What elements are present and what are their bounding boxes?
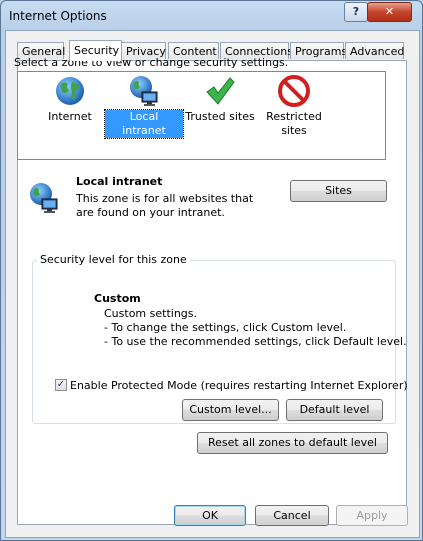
security-level-line: - To change the settings, click Custom l… — [104, 321, 347, 334]
zone-internet[interactable]: Internet — [31, 75, 109, 124]
zone-label: Internet — [48, 110, 92, 123]
intranet-icon — [130, 76, 158, 106]
tab-advanced[interactable]: Advanced — [345, 42, 404, 59]
security-level-line: - To use the recommended settings, click… — [104, 335, 407, 348]
window-title: Internet Options — [9, 9, 107, 23]
intranet-icon — [30, 183, 58, 213]
custom-level-button[interactable]: Custom level... — [182, 399, 279, 421]
zone-prompt: Select a zone to view or change security… — [14, 56, 289, 69]
security-level-description: Custom settings. - To change the setting… — [104, 307, 407, 349]
zone-trusted-sites[interactable]: Trusted sites — [181, 75, 259, 124]
security-level-group-label: Security level for this zone — [37, 253, 190, 266]
security-level-line: Custom settings. — [104, 307, 198, 320]
zone-label: Trusted sites — [185, 110, 255, 123]
default-level-button[interactable]: Default level — [286, 399, 383, 421]
apply-button[interactable]: Apply — [336, 505, 408, 526]
zone-label: Restricted sites — [266, 110, 322, 137]
zone-label: Local intranet — [104, 109, 184, 139]
sites-button[interactable]: Sites — [290, 180, 387, 202]
zone-local-intranet[interactable]: Local intranet — [104, 75, 184, 139]
cancel-button[interactable]: Cancel — [255, 505, 329, 526]
ok-button[interactable]: OK — [174, 505, 246, 526]
zone-description-title: Local intranet — [76, 175, 163, 188]
protected-mode-label[interactable]: Enable Protected Mode (requires restarti… — [70, 379, 408, 392]
protected-mode-checkbox[interactable]: ✓ — [55, 379, 67, 391]
security-level-title: Custom — [94, 292, 141, 305]
tab-programs[interactable]: Programs — [290, 42, 347, 59]
internet-options-window: Internet Options ? ✕ General Security Pr… — [0, 0, 423, 541]
checkmark-icon — [206, 77, 235, 105]
help-button[interactable]: ? — [344, 2, 368, 22]
zone-restricted-sites[interactable]: Restricted sites — [255, 75, 333, 138]
zone-list[interactable]: Internet Local intranet Trusted sites Re… — [17, 71, 386, 160]
tab-security[interactable]: Security — [69, 40, 122, 61]
reset-all-zones-button[interactable]: Reset all zones to default level — [197, 432, 388, 454]
close-button[interactable]: ✕ — [367, 2, 412, 22]
globe-icon — [56, 77, 84, 105]
zone-description-text: This zone is for all websites that are f… — [76, 192, 254, 219]
title-bar[interactable]: Internet Options ? ✕ — [1, 1, 422, 31]
no-entry-icon — [278, 75, 310, 107]
